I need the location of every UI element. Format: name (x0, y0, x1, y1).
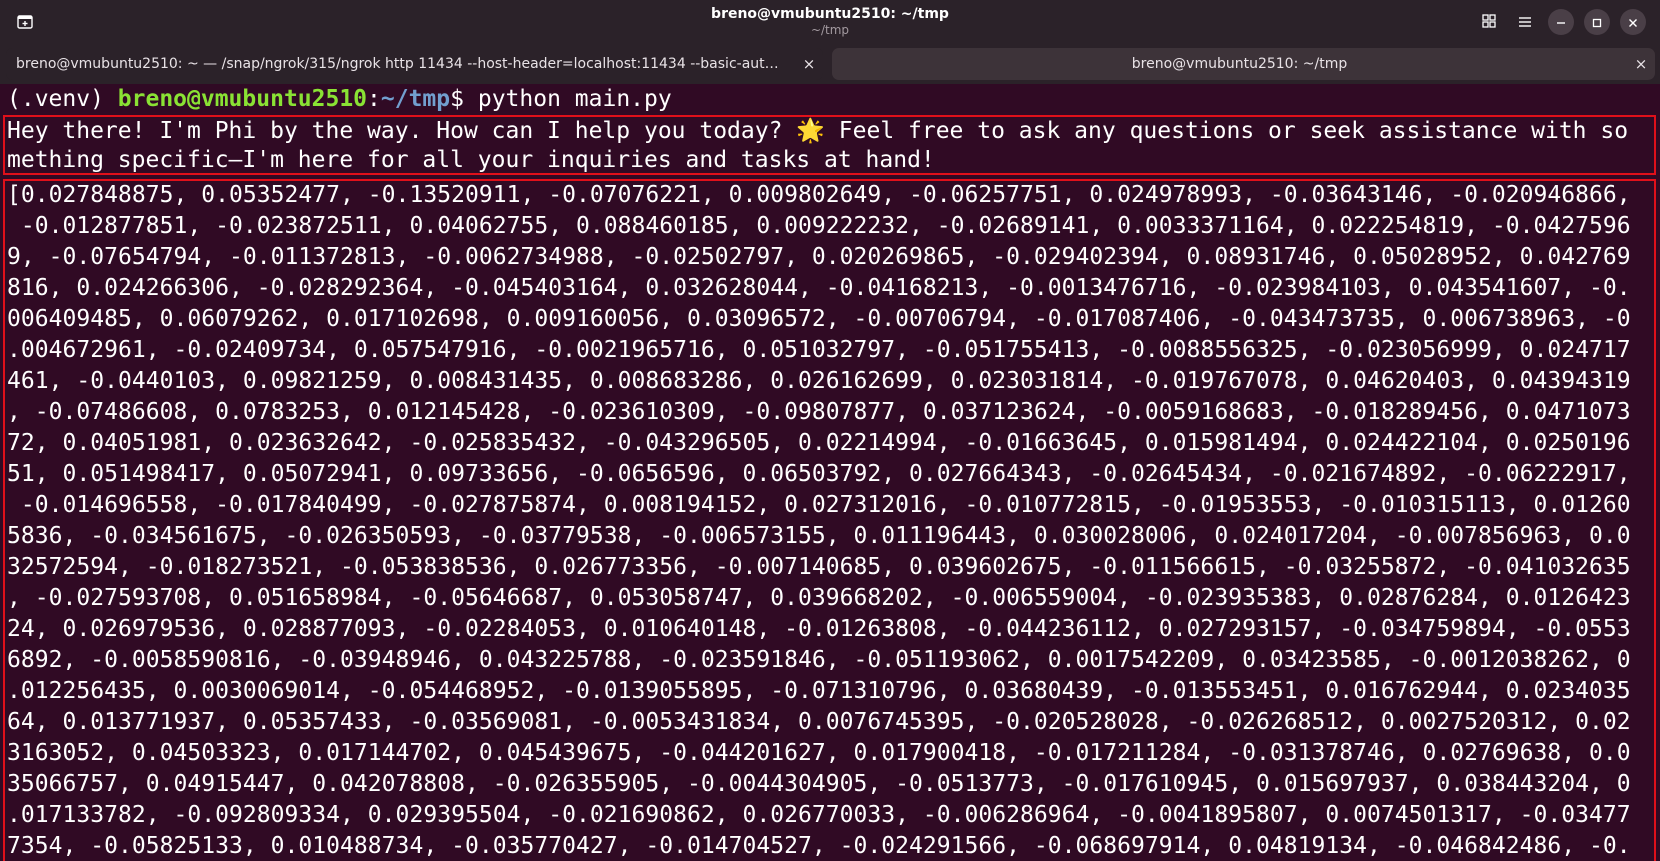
maximize-button[interactable] (1584, 9, 1610, 35)
embedding-line: , -0.07486608, 0.0783253, 0.012145428, -… (7, 399, 1631, 425)
window-title-group: breno@vmubuntu2510: ~/tmp ~/tmp (0, 5, 1660, 38)
embedding-line: 6892, -0.0058590816, -0.03948946, 0.0432… (7, 647, 1631, 673)
prompt-separator: : (367, 86, 381, 112)
embedding-line: .017133782, -0.092809334, 0.029395504, -… (7, 802, 1631, 828)
prompt-path: ~/tmp (380, 86, 451, 112)
command-text: python main.py (477, 86, 672, 112)
embedding-line: 64, 0.013771937, 0.05357433, -0.03569081… (7, 709, 1631, 735)
close-icon (1628, 13, 1638, 32)
embedding-line: .004672961, -0.02409734, 0.057547916, -0… (7, 337, 1631, 363)
prompt-line: (.venv) breno@vmubuntu2510:~/tmp$ python… (7, 84, 672, 115)
maximize-icon (1592, 13, 1602, 32)
tab-close-button[interactable]: × (1627, 50, 1655, 78)
embedding-line: 3163052, 0.04503323, 0.017144702, 0.0454… (7, 740, 1631, 766)
tab-bar: breno@vmubuntu2510: ~ — /snap/ngrok/315/… (0, 44, 1660, 84)
embedding-line: 32572594, -0.018273521, -0.053838536, 0.… (7, 554, 1631, 580)
embedding-line: , -0.027593708, 0.051658984, -0.05646687… (7, 585, 1631, 611)
embedding-line: 72, 0.04051981, 0.023632642, -0.02583543… (7, 430, 1631, 456)
tab-ngrok[interactable]: breno@vmubuntu2510: ~ — /snap/ngrok/315/… (6, 48, 823, 80)
response-line: mething specific—I'm here for all your i… (7, 147, 935, 173)
embedding-line: 7354, -0.05825133, 0.010488734, -0.03577… (7, 833, 1631, 859)
embedding-output: [0.027848875, 0.05352477, -0.13520911, -… (7, 180, 1655, 861)
venv-indicator: (.venv) (7, 86, 118, 112)
embedding-line: .012256435, 0.0030069014, -0.054468952, … (7, 678, 1631, 704)
tab-label: breno@vmubuntu2510: ~ — /snap/ngrok/315/… (16, 56, 795, 72)
embedding-line: 24, 0.026979536, 0.028877093, -0.0228405… (7, 616, 1631, 642)
grid-view-button[interactable] (1476, 9, 1502, 35)
embedding-line: 461, -0.0440103, 0.09821259, 0.008431435… (7, 368, 1631, 394)
close-window-button[interactable] (1620, 9, 1646, 35)
tab-close-button[interactable]: × (795, 50, 823, 78)
grid-view-icon (1482, 13, 1496, 32)
window-title: breno@vmubuntu2510: ~/tmp (711, 6, 949, 22)
embedding-line: [0.027848875, 0.05352477, -0.13520911, -… (7, 182, 1631, 208)
title-bar: breno@vmubuntu2510: ~/tmp ~/tmp (0, 0, 1660, 44)
embedding-line: 006409485, 0.06079262, 0.017102698, 0.00… (7, 306, 1631, 332)
embedding-line: 35066757, 0.04915447, 0.042078808, -0.02… (7, 771, 1631, 797)
minimize-icon (1556, 13, 1566, 32)
embedding-line: -0.014696558, -0.017840499, -0.027875874… (7, 492, 1631, 518)
prompt-user-host: breno@vmubuntu2510 (117, 86, 368, 112)
embedding-line: -0.012877851, -0.023872511, 0.04062755, … (7, 213, 1631, 239)
prompt-dollar: $ (450, 86, 478, 112)
embedding-line: 816, 0.024266306, -0.028292364, -0.04540… (7, 275, 1631, 301)
embedding-line: 5836, -0.034561675, -0.026350593, -0.037… (7, 523, 1631, 549)
window-subtitle: ~/tmp (810, 23, 850, 37)
embedding-line: 9, -0.07654794, -0.011372813, -0.0062734… (7, 244, 1631, 270)
embedding-line: 51, 0.051498417, 0.05072941, 0.09733656,… (7, 461, 1631, 487)
main-menu-button[interactable] (1512, 9, 1538, 35)
tab-label: breno@vmubuntu2510: ~/tmp (1131, 56, 1348, 72)
window-controls (1476, 9, 1646, 35)
hamburger-menu-icon (1518, 13, 1532, 32)
minimize-button[interactable] (1548, 9, 1574, 35)
tab-tmp[interactable]: breno@vmubuntu2510: ~/tmp × (832, 48, 1655, 80)
response-line: Hey there! I'm Phi by the way. How can I… (7, 118, 1629, 144)
terminal-output[interactable]: (.venv) breno@vmubuntu2510:~/tmp$ python… (0, 84, 1660, 861)
